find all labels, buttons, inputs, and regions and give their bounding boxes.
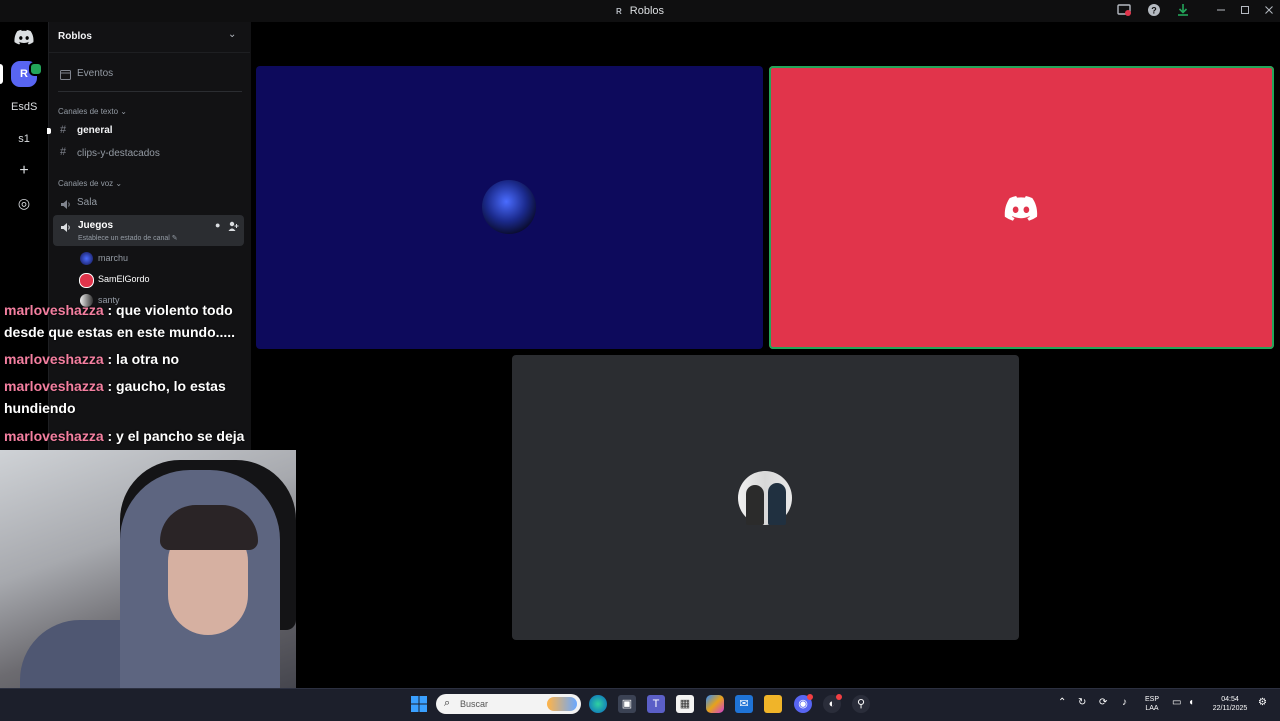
- chat-message: marloveshazza : gaucho, lo estas hundien…: [4, 375, 250, 419]
- events-link[interactable]: Eventos: [77, 68, 113, 79]
- hash-icon: #: [60, 146, 67, 158]
- voice-user-marchu[interactable]: marchu: [98, 253, 128, 263]
- voice-channel-juegos-label: Juegos: [78, 220, 114, 231]
- maximize-icon[interactable]: [1237, 3, 1253, 19]
- copilot-icon[interactable]: [706, 695, 724, 713]
- avatar: [738, 471, 792, 525]
- divider: [58, 91, 242, 92]
- server-badge: R: [615, 7, 622, 16]
- discord-logo-icon: [1004, 195, 1038, 226]
- chat-username: marloveshazza: [4, 428, 104, 444]
- server-s1[interactable]: s1: [11, 126, 37, 152]
- minimize-icon[interactable]: [1213, 3, 1229, 19]
- channel-status-text: Establece un estado de canal: [78, 235, 170, 242]
- photos-app-icon[interactable]: ▣: [618, 695, 636, 713]
- chat-username: marloveshazza: [4, 378, 104, 394]
- speaker-icon: [60, 220, 72, 238]
- discord-home-icon[interactable]: [14, 29, 34, 50]
- search-placeholder: Buscar: [460, 699, 489, 709]
- voice-category-label: Canales de voz: [58, 179, 114, 188]
- voice-user-samelgordo[interactable]: SamElGordo: [98, 274, 150, 284]
- refresh-icon[interactable]: ⟳: [1099, 697, 1107, 708]
- avatar-figure: [768, 483, 786, 525]
- windows-start-icon[interactable]: [411, 696, 427, 717]
- clock-date: 22/11/2025: [1212, 705, 1248, 712]
- notifications-icon[interactable]: ⚙: [1258, 697, 1267, 708]
- text-category[interactable]: Canales de texto ⌄: [58, 107, 127, 116]
- active-server-indicator: [0, 64, 3, 84]
- svg-text:?: ?: [1151, 6, 1157, 16]
- chevron-down-icon[interactable]: ⌄: [228, 29, 236, 40]
- language-code: ESP: [1144, 696, 1159, 703]
- channel-status[interactable]: Establece un estado de canal ✎: [78, 234, 178, 242]
- avatar-figure: [746, 485, 764, 525]
- chat-text: : y el pancho se deja: [103, 428, 245, 444]
- language-indicator[interactable]: ESP LAA: [1143, 695, 1161, 713]
- chat-text: : la otra no: [103, 351, 180, 367]
- channel-general[interactable]: general: [77, 125, 113, 136]
- notification-dot: [836, 694, 842, 700]
- keyboard-layout: LAA: [1145, 705, 1159, 712]
- search-highlight-image: [547, 697, 577, 711]
- sync-icon[interactable]: ↻: [1078, 697, 1086, 708]
- unread-indicator: [47, 128, 51, 134]
- clock[interactable]: 04:54 22/11/2025: [1206, 695, 1254, 713]
- screen-share-icon[interactable]: [1116, 3, 1132, 19]
- chevron-up-icon[interactable]: ⌃: [1058, 697, 1066, 708]
- person-hair: [160, 505, 258, 550]
- help-icon[interactable]: ?: [1146, 3, 1162, 19]
- add-server-icon[interactable]: +: [11, 158, 37, 184]
- invite-user-icon[interactable]: [228, 219, 239, 237]
- network-icon[interactable]: ▭: [1172, 697, 1181, 708]
- chat-username: marloveshazza: [4, 302, 104, 318]
- edge-browser-icon[interactable]: [589, 695, 607, 713]
- server-esds[interactable]: EsdS: [11, 94, 37, 120]
- close-icon[interactable]: [1261, 3, 1277, 19]
- hash-icon: #: [60, 124, 67, 136]
- file-explorer-icon[interactable]: [764, 695, 782, 713]
- avatar[interactable]: [80, 252, 93, 265]
- mail-icon[interactable]: ✉: [735, 695, 753, 713]
- chat-bubble-icon[interactable]: ●: [215, 220, 220, 230]
- chat-message: marloveshazza : que violento todo desde …: [4, 299, 250, 343]
- chat-message: marloveshazza : la otra no: [4, 348, 250, 370]
- download-icon[interactable]: [1175, 3, 1191, 19]
- teams-icon[interactable]: T: [647, 695, 665, 713]
- volume-icon[interactable]: ◖: [1188, 697, 1194, 708]
- voice-category[interactable]: Canales de voz ⌄: [58, 179, 122, 188]
- window-title-text: Roblos: [629, 5, 665, 17]
- store-icon[interactable]: ▦: [676, 695, 694, 713]
- voice-channel-sala[interactable]: Sala: [77, 197, 97, 208]
- avatar[interactable]: [79, 273, 94, 288]
- speaker-icon: [60, 197, 72, 215]
- discover-icon[interactable]: ◎: [11, 190, 37, 216]
- search-icon: ⌕: [444, 697, 451, 709]
- window-title: R Roblos: [0, 0, 1280, 22]
- chat-message: marloveshazza : y el pancho se deja: [4, 425, 250, 447]
- microphone-icon[interactable]: ♪: [1122, 697, 1127, 708]
- channel-clips-y-destacados[interactable]: clips-y-destacados: [77, 148, 160, 159]
- taskbar: [0, 688, 1280, 721]
- text-category-label: Canales de texto: [58, 107, 119, 116]
- clock-time: 04:54: [1221, 696, 1239, 703]
- avatar: [482, 180, 536, 234]
- server-notification-badge: [29, 62, 43, 76]
- server-name: Roblos: [58, 31, 92, 42]
- notification-dot: [807, 694, 813, 700]
- calendar-icon: [60, 67, 71, 85]
- chat-username: marloveshazza: [4, 351, 104, 367]
- app-icon[interactable]: ⚲: [852, 695, 870, 713]
